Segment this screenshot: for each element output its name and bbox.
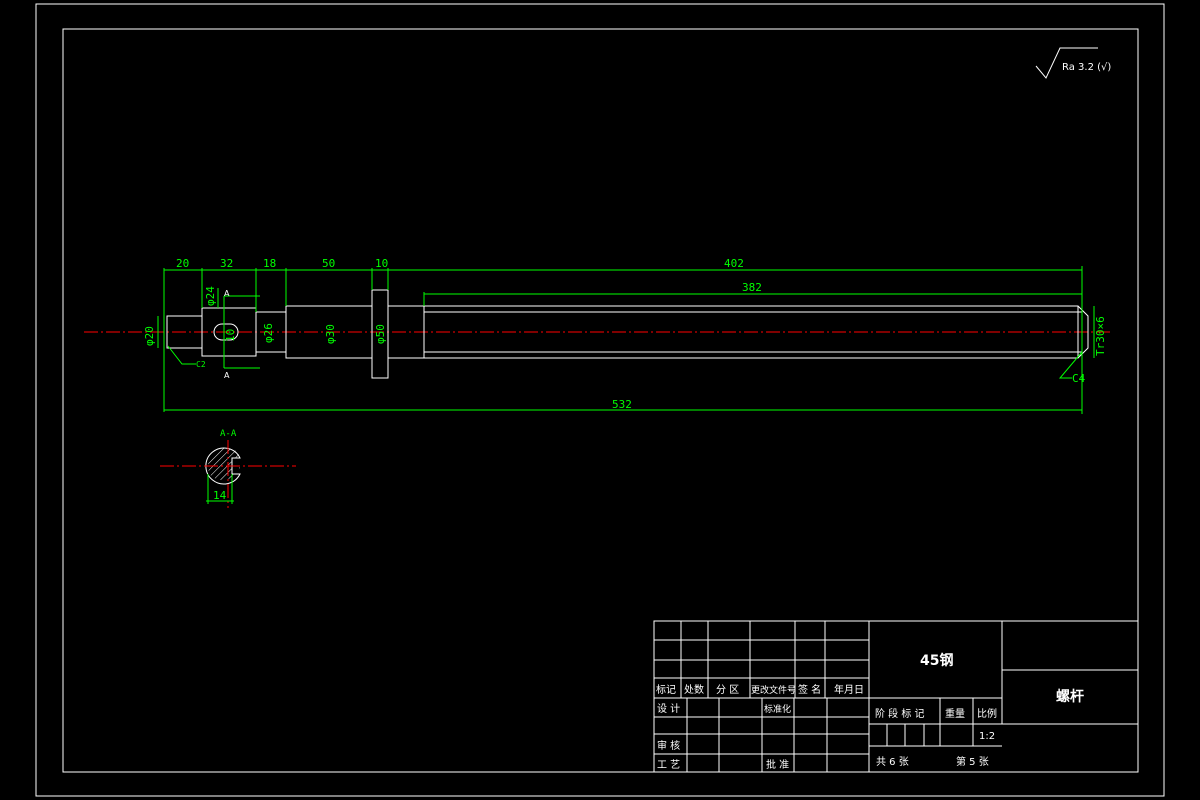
dim-382: 382	[742, 281, 762, 294]
header-signature: 签 名	[798, 683, 821, 696]
dimension-lines	[157, 266, 1095, 414]
dim-402: 402	[724, 257, 744, 270]
total-sheets: 共 6 张	[876, 756, 909, 768]
material: 45钢	[920, 652, 953, 669]
header-mark: 标记	[656, 684, 676, 696]
dim-phi50: φ50	[374, 324, 387, 344]
label-design: 设 计	[657, 702, 680, 715]
dim-phi20: φ20	[143, 326, 156, 346]
part-name: 螺杆	[1056, 688, 1084, 705]
dim-key-10: 10	[224, 329, 237, 342]
roughness-text: Ra 3.2 (√)	[1062, 62, 1111, 73]
dim-thread: Tr30×6	[1094, 316, 1107, 356]
dim-20: 20	[176, 257, 189, 270]
dim-phi24: φ24	[204, 286, 217, 306]
label-weight: 重量	[945, 707, 965, 720]
dim-10: 10	[375, 257, 388, 270]
scale-value: 1:2	[979, 731, 995, 742]
section-mark-bottom: A	[224, 371, 230, 380]
label-stage-mark: 阶 段 标 记	[875, 707, 925, 720]
label-scale: 比例	[977, 707, 997, 720]
header-zone: 分 区	[716, 684, 739, 696]
outer-border	[35, 3, 1165, 797]
dim-c2: C2	[196, 360, 206, 369]
label-standardization: 标准化	[764, 703, 791, 715]
label-process: 工 艺	[657, 759, 680, 771]
roughness-symbol: Ra 3.2 (√)	[1035, 47, 1111, 79]
inner-frame	[62, 28, 1139, 773]
section-mark-top: A	[224, 289, 230, 298]
dim-532: 532	[612, 398, 632, 411]
drawing-canvas: Ra 3.2 (√) 20 32 18 50 10 402 382 532 φ2…	[35, 3, 1165, 797]
dim-phi26: φ26	[262, 323, 275, 343]
dim-c4: C4	[1072, 372, 1086, 385]
header-date: 年月日	[834, 683, 864, 696]
header-change-doc: 更改文件号	[751, 684, 796, 696]
label-review: 审 核	[657, 739, 680, 752]
dim-50: 50	[322, 257, 335, 270]
label-approve: 批 准	[766, 758, 789, 771]
dim-32: 32	[220, 257, 233, 270]
section-title: A-A	[220, 429, 237, 439]
header-count: 处数	[684, 683, 704, 696]
sheet-number: 第 5 张	[956, 755, 989, 768]
dim-section-14: 14	[213, 489, 227, 502]
dim-18: 18	[263, 257, 276, 270]
dim-phi30: φ30	[324, 324, 337, 344]
shaft-profile	[166, 289, 1089, 379]
section-view-a-a	[160, 440, 296, 508]
